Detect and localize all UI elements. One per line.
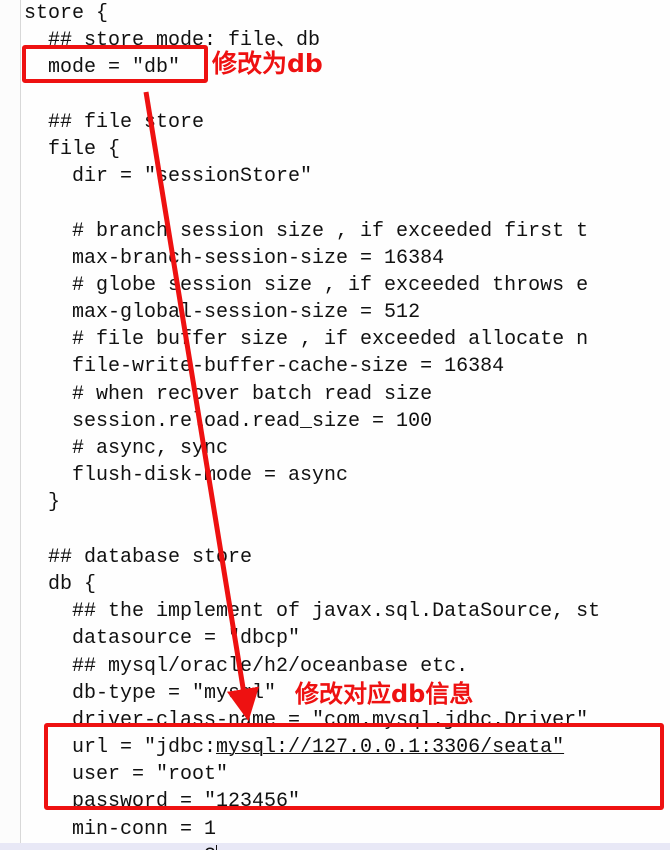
code-line[interactable]	[0, 82, 670, 109]
code-line[interactable]: ## the implement of javax.sql.DataSource…	[0, 598, 670, 625]
text-caret	[216, 844, 218, 850]
code-line[interactable]: dir = "sessionStore"	[0, 163, 670, 190]
code-line[interactable]: ## store mode: file、db	[0, 27, 670, 54]
code-line[interactable]: # file buffer size , if exceeded allocat…	[0, 326, 670, 353]
code-line[interactable]: ## mysql/oracle/h2/oceanbase etc.	[0, 653, 670, 680]
code-line[interactable]: user = "root"	[0, 761, 670, 788]
code-line[interactable]: # globe session size , if exceeded throw…	[0, 272, 670, 299]
code-line[interactable]: password = "123456"	[0, 788, 670, 815]
code-line[interactable]: session.reload.read_size = 100	[0, 408, 670, 435]
code-line[interactable]: # branch session size , if exceeded firs…	[0, 218, 670, 245]
code-line[interactable]: max-global-session-size = 512	[0, 299, 670, 326]
screenshot-root: store { ## store mode: file、db mode = "d…	[0, 0, 670, 850]
code-line[interactable]: file {	[0, 136, 670, 163]
code-line[interactable]: driver-class-name = "com.mysql.jdbc.Driv…	[0, 707, 670, 734]
code-line[interactable]: # async, sync	[0, 435, 670, 462]
code-line[interactable]: store {	[0, 0, 670, 27]
code-line[interactable]: ## file store	[0, 109, 670, 136]
code-line[interactable]	[0, 517, 670, 544]
code-editor-content[interactable]: store { ## store mode: file、db mode = "d…	[0, 0, 670, 850]
code-line[interactable]: file-write-buffer-cache-size = 16384	[0, 353, 670, 380]
code-line[interactable]: max-branch-session-size = 16384	[0, 245, 670, 272]
code-line[interactable]	[0, 190, 670, 217]
code-line[interactable]: url = "jdbc:mysql://127.0.0.1:3306/seata…	[0, 734, 670, 761]
code-line[interactable]: db {	[0, 571, 670, 598]
code-line[interactable]: ## database store	[0, 544, 670, 571]
code-line[interactable]: # when recover batch read size	[0, 381, 670, 408]
code-line[interactable]: datasource = "dbcp"	[0, 625, 670, 652]
jdbc-url-link[interactable]: mysql://127.0.0.1:3306/seata"	[216, 736, 564, 759]
code-line[interactable]: max-conn = 3	[0, 842, 670, 850]
code-line[interactable]: }	[0, 489, 670, 516]
code-line[interactable]: db-type = "mysql"	[0, 680, 670, 707]
code-line[interactable]: mode = "db"	[0, 54, 670, 81]
code-line[interactable]: flush-disk-mode = async	[0, 462, 670, 489]
code-line[interactable]: min-conn = 1	[0, 816, 670, 843]
